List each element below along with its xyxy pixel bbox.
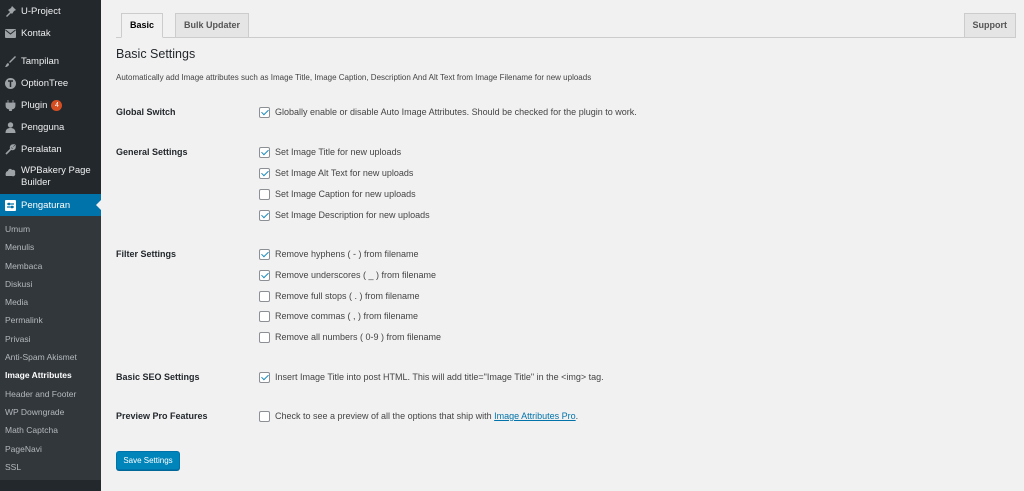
sidebar-item-tampilan[interactable]: Tampilan xyxy=(0,50,101,72)
sidebar-item-label: U-Project xyxy=(21,5,61,17)
tab-basic[interactable]: Basic xyxy=(121,13,164,38)
filter-settings-label: Filter Settings xyxy=(116,249,177,259)
sidebar-item-label: OptionTree xyxy=(21,77,69,89)
tab-support[interactable]: Support xyxy=(963,13,1016,38)
option-label: Remove underscores ( _ ) from filename xyxy=(275,270,437,280)
image-attributes-pro-link[interactable]: Image Attributes Pro xyxy=(494,411,576,421)
sidebar-item-peralatan[interactable]: Peralatan xyxy=(0,138,101,160)
sidebar-item-label: Peralatan xyxy=(21,143,62,155)
option-label: Globally enable or disable Auto Image At… xyxy=(275,107,637,117)
remove-numbers-checkbox[interactable] xyxy=(259,331,270,343)
set-description-checkbox[interactable] xyxy=(259,209,270,221)
sidebar-item-wpbakery[interactable]: WPBakery Page Builder xyxy=(0,160,101,194)
sidebar-item-pengguna[interactable]: Pengguna xyxy=(0,116,101,138)
submenu-item-header-footer[interactable]: Header and Footer xyxy=(0,385,101,403)
option-label: Remove commas ( , ) from filename xyxy=(275,311,419,321)
sidebar-item-label: Pengaturan xyxy=(21,199,71,211)
wpbakery-icon xyxy=(5,167,16,178)
seo-settings-label: Basic SEO Settings xyxy=(116,372,200,382)
optiontree-icon xyxy=(5,77,16,89)
sidebar-item-pengaturan[interactable]: Pengaturan xyxy=(0,194,101,216)
sidebar-item-label: Kontak xyxy=(21,27,51,39)
remove-hyphens-checkbox[interactable] xyxy=(259,248,270,260)
submenu-item-akismet[interactable]: Anti-Spam Akismet xyxy=(0,348,101,366)
preview-pro-checkbox[interactable] xyxy=(259,410,270,422)
submenu-item-image-attributes[interactable]: Image Attributes xyxy=(0,366,101,384)
remove-commas-checkbox[interactable] xyxy=(259,310,270,322)
option-label: Set Image Description for new uploads xyxy=(275,210,430,220)
remove-full-stops-checkbox[interactable] xyxy=(259,290,270,302)
user-icon xyxy=(5,121,16,133)
mail-icon xyxy=(5,28,16,39)
remove-underscores-option[interactable]: Remove underscores ( _ ) from filename xyxy=(259,268,436,282)
set-title-option[interactable]: Set Image Title for new uploads xyxy=(259,145,401,159)
option-label: Remove all numbers ( 0-9 ) from filename xyxy=(275,332,442,342)
save-settings-button[interactable]: Save Settings xyxy=(116,451,180,470)
sidebar-item-plugin[interactable]: Plugin 4 xyxy=(0,94,101,116)
page-title: Basic Settings xyxy=(116,47,196,61)
sidebar-item-label: Pengguna xyxy=(21,121,65,133)
option-label: Set Image Alt Text for new uploads xyxy=(275,168,414,178)
option-label: Remove full stops ( . ) from filename xyxy=(275,291,420,301)
submenu-item-media[interactable]: Media xyxy=(0,293,101,311)
option-label: Remove hyphens ( - ) from filename xyxy=(275,249,419,259)
settings-icon xyxy=(5,199,16,211)
set-caption-option[interactable]: Set Image Caption for new uploads xyxy=(259,187,416,201)
remove-underscores-checkbox[interactable] xyxy=(259,269,270,281)
sidebar-item-label: WPBakery Page Builder xyxy=(21,165,91,188)
submenu-item-math-captcha[interactable]: Math Captcha xyxy=(0,421,101,439)
option-label: Set Image Caption for new uploads xyxy=(275,189,416,199)
sidebar-item-kontak[interactable]: Kontak xyxy=(0,22,101,44)
option-label: Insert Image Title into post HTML. This … xyxy=(275,372,604,382)
tab-bulk-updater[interactable]: Bulk Updater xyxy=(175,13,250,38)
set-description-option[interactable]: Set Image Description for new uploads xyxy=(259,208,430,222)
insert-title-option[interactable]: Insert Image Title into post HTML. This … xyxy=(259,370,604,384)
pin-icon xyxy=(5,5,16,17)
admin-sidebar: U-Project Kontak Tampilan OptionTree Plu… xyxy=(0,0,101,491)
remove-numbers-option[interactable]: Remove all numbers ( 0-9 ) from filename xyxy=(259,330,441,344)
set-alt-text-checkbox[interactable] xyxy=(259,167,270,179)
remove-hyphens-option[interactable]: Remove hyphens ( - ) from filename xyxy=(259,247,419,261)
option-label-end: . xyxy=(575,411,579,421)
option-label: Set Image Title for new uploads xyxy=(275,147,402,157)
settings-submenu: Umum Menulis Membaca Diskusi Media Perma… xyxy=(0,216,101,481)
wrench-icon xyxy=(5,143,16,155)
remove-commas-option[interactable]: Remove commas ( , ) from filename xyxy=(259,309,418,323)
sidebar-item-label: Tampilan xyxy=(21,55,60,67)
sidebar-item-optiontree[interactable]: OptionTree xyxy=(0,72,101,94)
pro-features-label: Preview Pro Features xyxy=(116,411,208,421)
general-settings-label: General Settings xyxy=(116,147,188,157)
global-switch-option[interactable]: Globally enable or disable Auto Image At… xyxy=(259,105,637,119)
submenu-item-membaca[interactable]: Membaca xyxy=(0,257,101,275)
tab-bar: Basic Bulk Updater Support xyxy=(116,13,1016,38)
set-caption-checkbox[interactable] xyxy=(259,188,270,200)
set-title-checkbox[interactable] xyxy=(259,146,270,158)
sidebar-item-label: Plugin xyxy=(21,99,48,111)
preview-pro-option[interactable]: Check to see a preview of all the option… xyxy=(259,409,578,423)
submenu-item-menulis[interactable]: Menulis xyxy=(0,238,101,256)
submenu-item-umum[interactable]: Umum xyxy=(0,220,101,238)
settings-page: Basic Bulk Updater Support Basic Setting… xyxy=(101,0,1024,491)
global-switch-checkbox[interactable] xyxy=(259,106,270,118)
submenu-item-diskusi[interactable]: Diskusi xyxy=(0,275,101,293)
plugin-update-badge: 4 xyxy=(51,99,63,111)
plugin-icon xyxy=(5,99,16,111)
set-alt-text-option[interactable]: Set Image Alt Text for new uploads xyxy=(259,166,413,180)
insert-title-checkbox[interactable] xyxy=(259,371,270,383)
submenu-item-privasi[interactable]: Privasi xyxy=(0,330,101,348)
global-switch-label: Global Switch xyxy=(116,107,176,117)
submenu-item-pagenavi[interactable]: PageNavi xyxy=(0,440,101,458)
page-description: Automatically add Image attributes such … xyxy=(116,73,592,82)
brush-icon xyxy=(5,55,16,67)
option-label: Check to see a preview of all the option… xyxy=(275,411,495,421)
remove-full-stops-option[interactable]: Remove full stops ( . ) from filename xyxy=(259,289,420,303)
submenu-item-permalink[interactable]: Permalink xyxy=(0,311,101,329)
submenu-item-ssl[interactable]: SSL xyxy=(0,458,101,476)
sidebar-item-u-project[interactable]: U-Project xyxy=(0,0,101,22)
submenu-item-wp-downgrade[interactable]: WP Downgrade xyxy=(0,403,101,421)
